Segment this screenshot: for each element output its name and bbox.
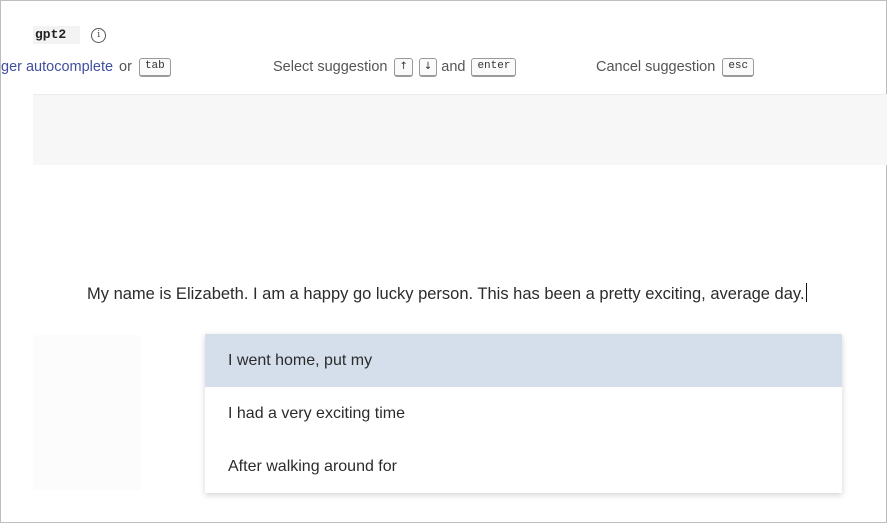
editor-content: My name is Elizabeth. I am a happy go lu… [87, 285, 805, 303]
select-suggestion-label: Select suggestion [273, 59, 388, 75]
model-name: gpt2 [33, 26, 81, 44]
suggestion-item-2[interactable]: I had a very exciting time [205, 387, 842, 440]
model-row: gpt2 i [33, 26, 107, 44]
cancel-suggestion-label: Cancel suggestion [596, 59, 716, 75]
or-label: or [119, 59, 132, 75]
trigger-autocomplete-link[interactable]: ger autocomplete [1, 59, 113, 75]
editor-textarea[interactable]: My name is Elizabeth. I am a happy go lu… [87, 282, 827, 307]
select-hint: Select suggestion ↑ ↓ and enter [273, 56, 519, 78]
app-frame: gpt2 i ger autocomplete or tab Select su… [0, 0, 887, 523]
esc-key: esc [722, 57, 755, 77]
down-arrow-key: ↓ [418, 57, 438, 77]
info-circle-icon[interactable]: i [91, 27, 107, 43]
suggestion-dropdown: I went home, put my I had a very excitin… [205, 334, 842, 493]
background-panel [33, 335, 141, 490]
toolbar-band [33, 94, 887, 165]
suggestion-item-1[interactable]: I went home, put my [205, 334, 842, 387]
tab-key: tab [138, 57, 171, 77]
cancel-hint: Cancel suggestion esc [596, 56, 757, 78]
and-label: and [441, 59, 466, 75]
text-cursor [805, 283, 808, 302]
shortcut-hints: ger autocomplete or tab Select suggestio… [1, 56, 887, 78]
suggestion-item-3[interactable]: After walking around for [205, 440, 842, 493]
enter-key: enter [471, 57, 517, 77]
trigger-hint: ger autocomplete or tab [1, 56, 174, 78]
up-arrow-key: ↑ [394, 57, 413, 77]
